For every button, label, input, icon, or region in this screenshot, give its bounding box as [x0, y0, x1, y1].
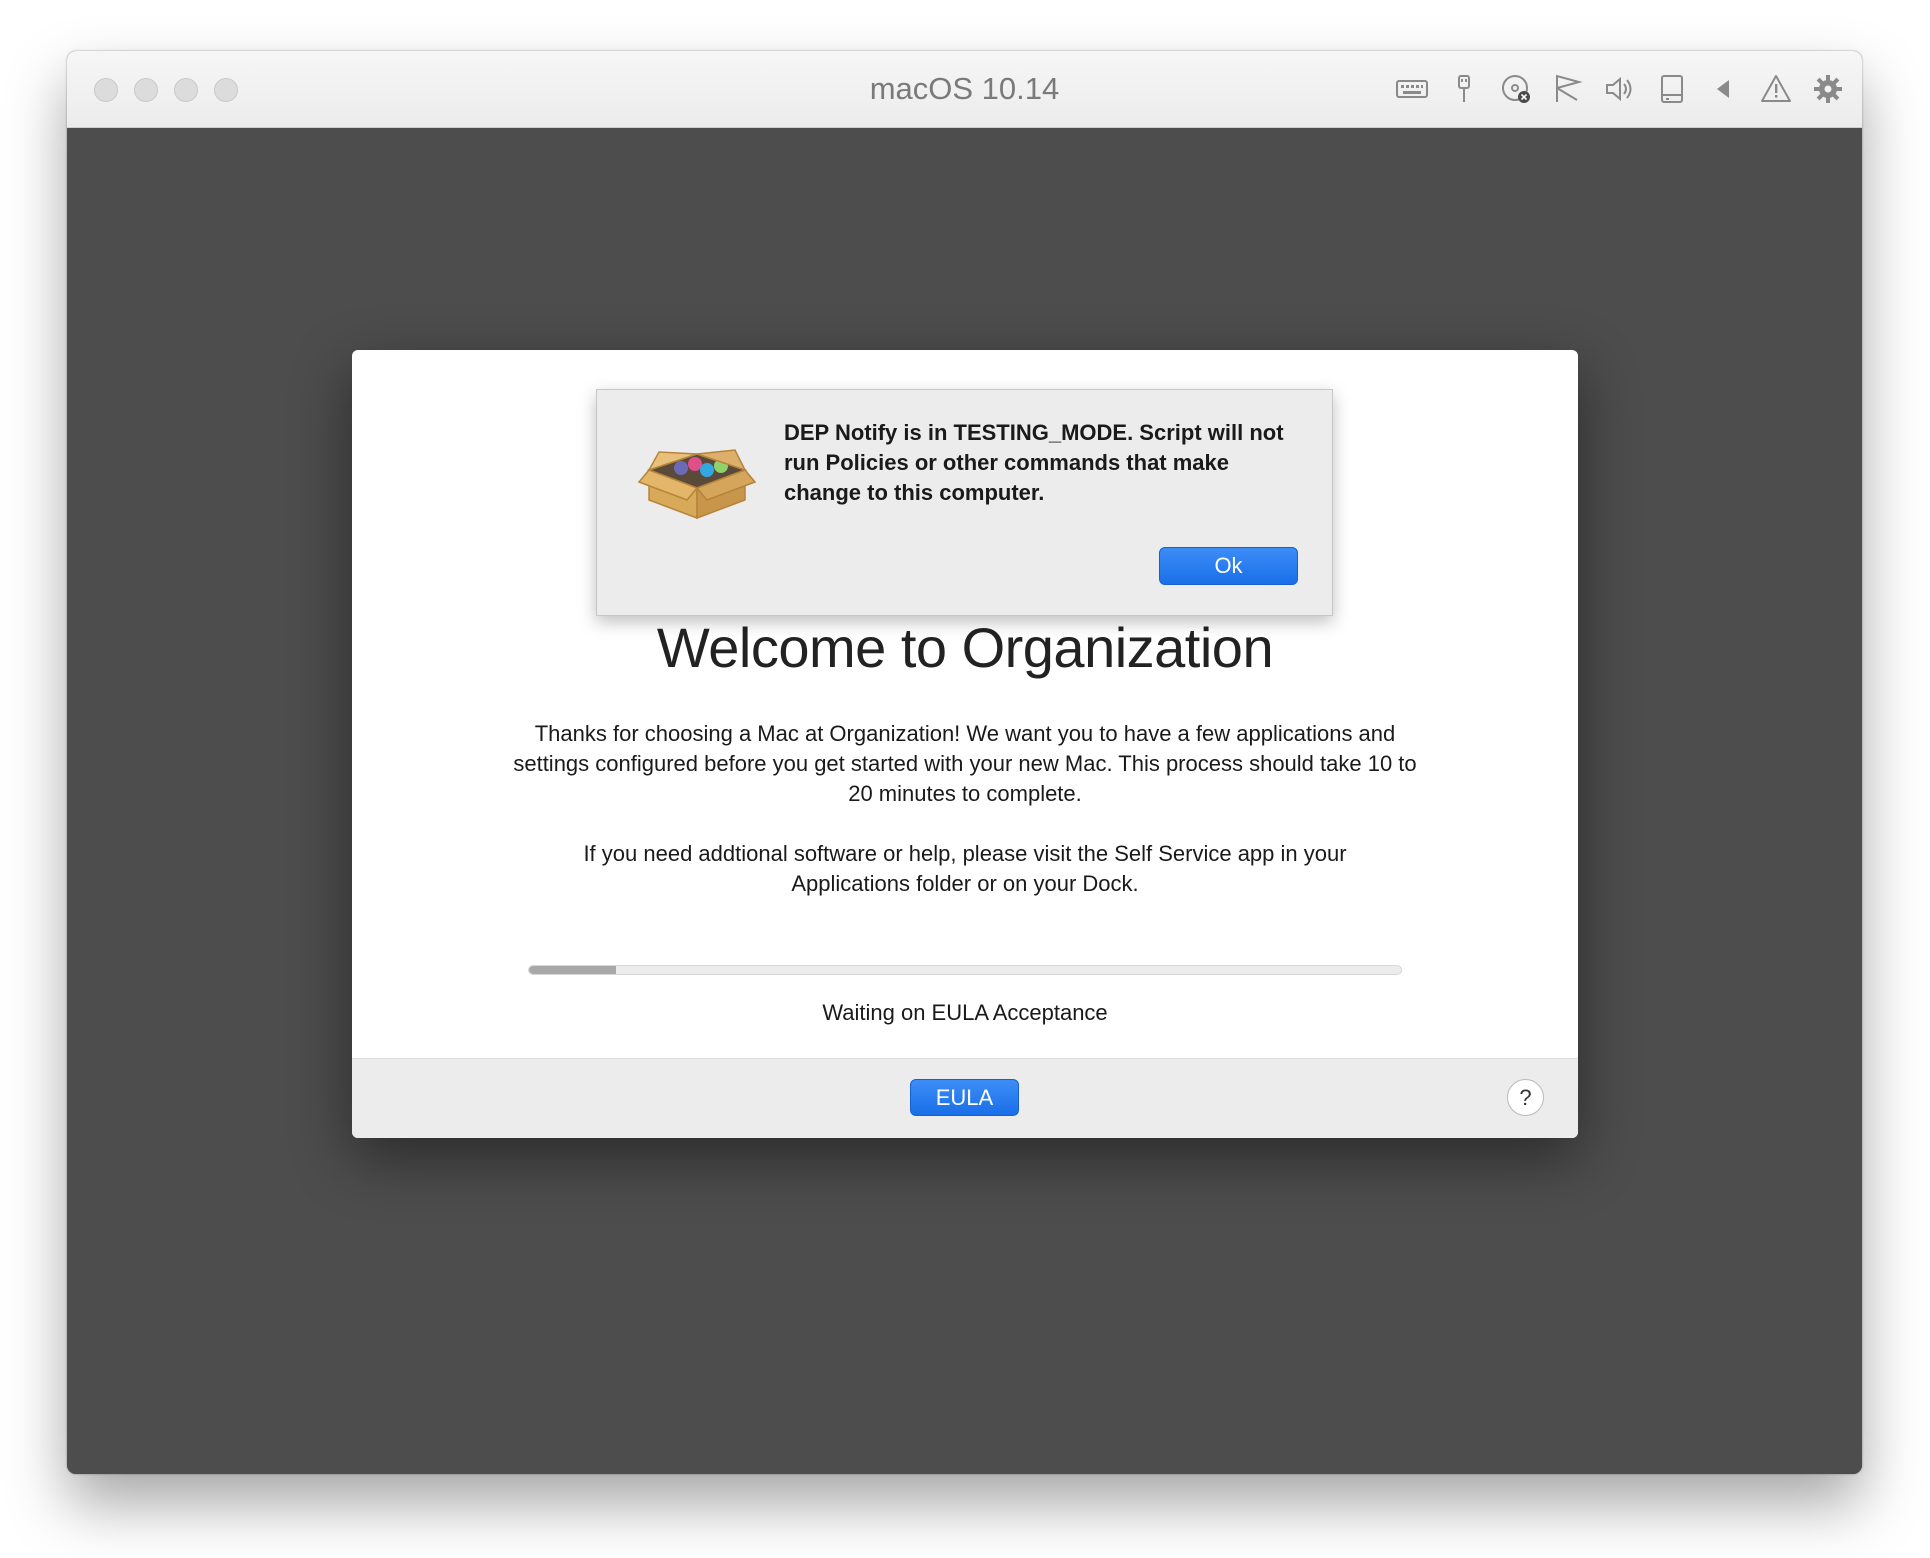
sound-icon[interactable]	[1600, 69, 1640, 109]
gear-icon[interactable]	[1808, 69, 1848, 109]
package-box-icon	[637, 430, 757, 520]
help-paragraph: If you need addtional software or help, …	[583, 841, 1347, 896]
vm-window: macOS 10.14 Welcome to Organization Than…	[67, 51, 1862, 1474]
network-icon[interactable]	[1548, 69, 1588, 109]
eula-button[interactable]: EULA	[910, 1079, 1019, 1116]
progress-bar	[528, 965, 1402, 975]
hard-disk-icon[interactable]	[1652, 69, 1692, 109]
warning-icon[interactable]	[1756, 69, 1796, 109]
vm-screen: Welcome to Organization Thanks for choos…	[67, 128, 1862, 1474]
title-bar: macOS 10.14	[67, 51, 1862, 128]
status-text: Waiting on EULA Acceptance	[822, 1000, 1108, 1025]
progress-bar-fill	[529, 966, 617, 974]
alert-message: DEP Notify is in TESTING_MODE. Script wi…	[784, 420, 1284, 505]
cd-rom-icon[interactable]	[1496, 69, 1536, 109]
back-icon[interactable]	[1704, 69, 1744, 109]
ok-button[interactable]: Ok	[1159, 547, 1298, 585]
keyboard-icon[interactable]	[1392, 69, 1432, 109]
welcome-title: Welcome to Organization	[656, 616, 1274, 679]
intro-paragraph: Thanks for choosing a Mac at Organizatio…	[513, 721, 1417, 806]
help-button[interactable]: ?	[1507, 1079, 1544, 1116]
dep-footer: EULA ?	[352, 1058, 1578, 1138]
testing-mode-alert: DEP Notify is in TESTING_MODE. Script wi…	[596, 389, 1333, 616]
usb-icon[interactable]	[1444, 69, 1484, 109]
vm-toolbar	[1380, 69, 1848, 109]
